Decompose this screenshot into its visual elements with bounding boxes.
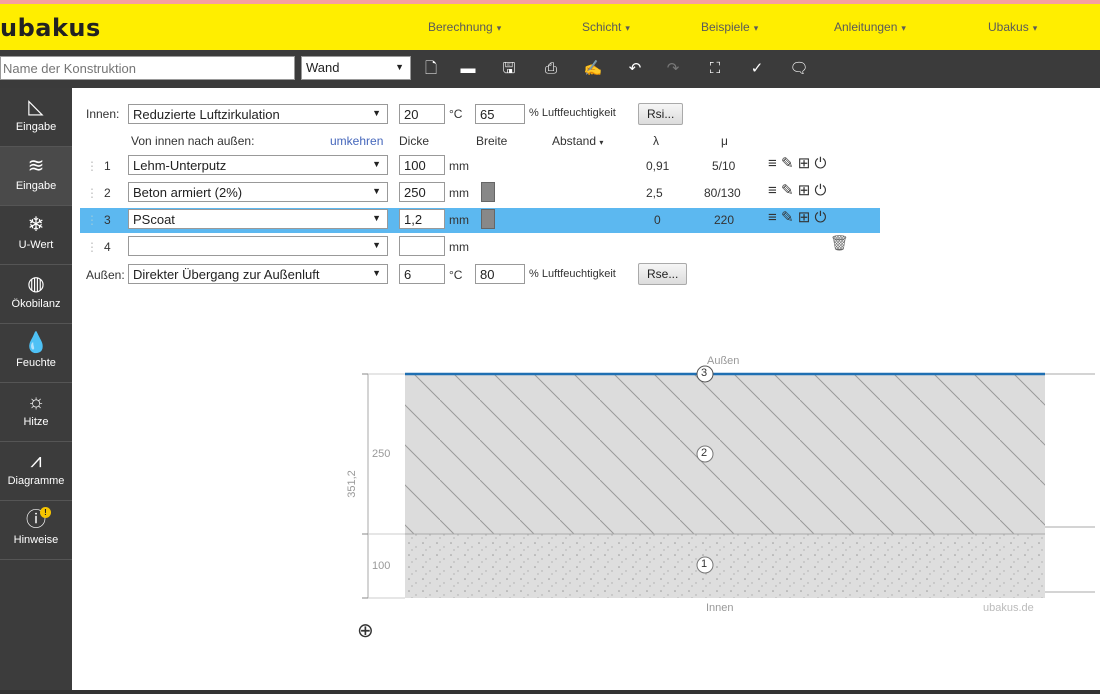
inside-side-label: Innen: [706, 602, 734, 614]
bottom-border: [0, 690, 1100, 694]
dim-concrete: 250: [372, 448, 391, 460]
dim-plaster: 100: [372, 560, 391, 572]
marker-label-3: 3: [701, 367, 708, 379]
marker-label-2: 2: [701, 447, 708, 459]
outside-side-label: Außen: [707, 355, 740, 367]
zoom-in-icon[interactable]: ⊕: [357, 618, 374, 643]
concrete-layer[interactable]: [405, 374, 1045, 534]
watermark: ubakus.de: [983, 602, 1034, 614]
marker-label-1: 1: [701, 558, 708, 570]
plaster-layer[interactable]: [405, 534, 1045, 598]
dim-total: 351,2: [345, 470, 358, 498]
cross-section-drawing: [362, 365, 1095, 599]
